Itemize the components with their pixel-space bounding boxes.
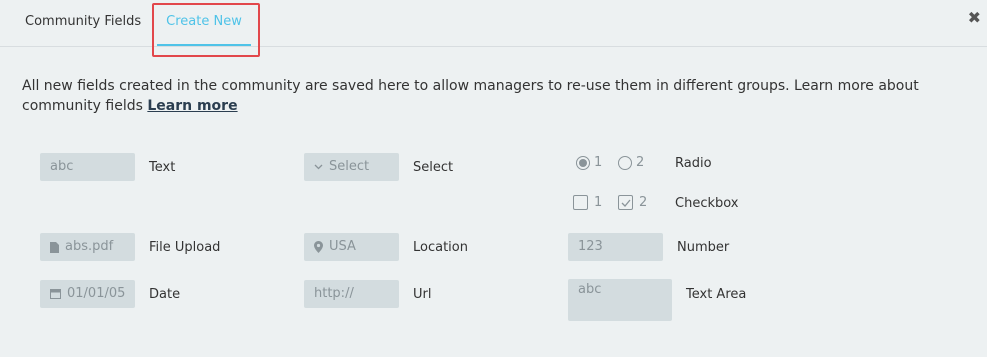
text-area-field-label: Text Area	[686, 287, 747, 302]
location-field-sample[interactable]: USA	[304, 233, 399, 261]
tab-create-new-label: Create New	[166, 14, 242, 29]
tab-create-new[interactable]: Create New	[155, 0, 253, 46]
radio-option-2[interactable]: 2	[618, 155, 644, 170]
checkbox-option-2[interactable]: 2	[618, 195, 647, 210]
checkbox-empty-icon	[573, 195, 588, 210]
text-field-sample[interactable]: abc	[40, 153, 135, 181]
file-icon	[50, 241, 59, 253]
file-upload-label: File Upload	[149, 240, 221, 255]
checkbox-option-1-label: 1	[594, 195, 603, 210]
checkbox-field-label: Checkbox	[675, 196, 739, 211]
select-field-value: Select	[329, 159, 370, 174]
select-field-sample[interactable]: Select	[304, 153, 399, 181]
tab-bar: Community Fields Create New	[0, 0, 987, 47]
date-value: 01/01/05	[67, 286, 126, 301]
close-icon[interactable]: ✖	[968, 8, 981, 28]
text-area-value: abc	[578, 282, 602, 297]
radio-option-2-label: 2	[636, 155, 645, 170]
file-upload-value: abs.pdf	[65, 239, 114, 254]
location-field-label: Location	[413, 240, 468, 255]
learn-more-link[interactable]: Learn more	[147, 98, 237, 114]
radio-field-label: Radio	[675, 156, 712, 171]
date-field-label: Date	[149, 287, 181, 302]
url-field-sample[interactable]: http://	[304, 280, 399, 308]
url-field-label: Url	[413, 287, 432, 302]
text-field-label: Text	[149, 160, 176, 175]
radio-empty-icon	[618, 155, 632, 170]
calendar-icon	[50, 289, 61, 299]
checkbox-option-1[interactable]: 1	[573, 195, 602, 210]
checkbox-checked-icon	[618, 195, 633, 210]
radio-selected-icon	[576, 155, 590, 170]
number-field-sample[interactable]: 123	[568, 233, 663, 261]
text-field-value: abc	[50, 159, 74, 174]
radio-option-1[interactable]: 1	[576, 155, 602, 170]
number-value: 123	[578, 239, 603, 254]
select-field-label: Select	[413, 160, 454, 175]
location-value: USA	[329, 239, 356, 254]
number-field-label: Number	[677, 240, 730, 255]
radio-option-1-label: 1	[594, 155, 603, 170]
tab-community-fields[interactable]: Community Fields	[25, 0, 141, 46]
checkbox-option-2-label: 2	[639, 195, 648, 210]
active-tab-indicator	[157, 44, 251, 46]
file-upload-field-sample[interactable]: abs.pdf	[40, 233, 135, 261]
date-field-sample[interactable]: 01/01/05	[40, 280, 135, 308]
map-pin-icon	[314, 241, 323, 253]
url-value: http://	[314, 286, 354, 301]
description: All new fields created in the community …	[22, 76, 942, 116]
chevron-down-icon	[314, 164, 323, 170]
text-area-field-sample[interactable]: abc	[568, 279, 672, 321]
